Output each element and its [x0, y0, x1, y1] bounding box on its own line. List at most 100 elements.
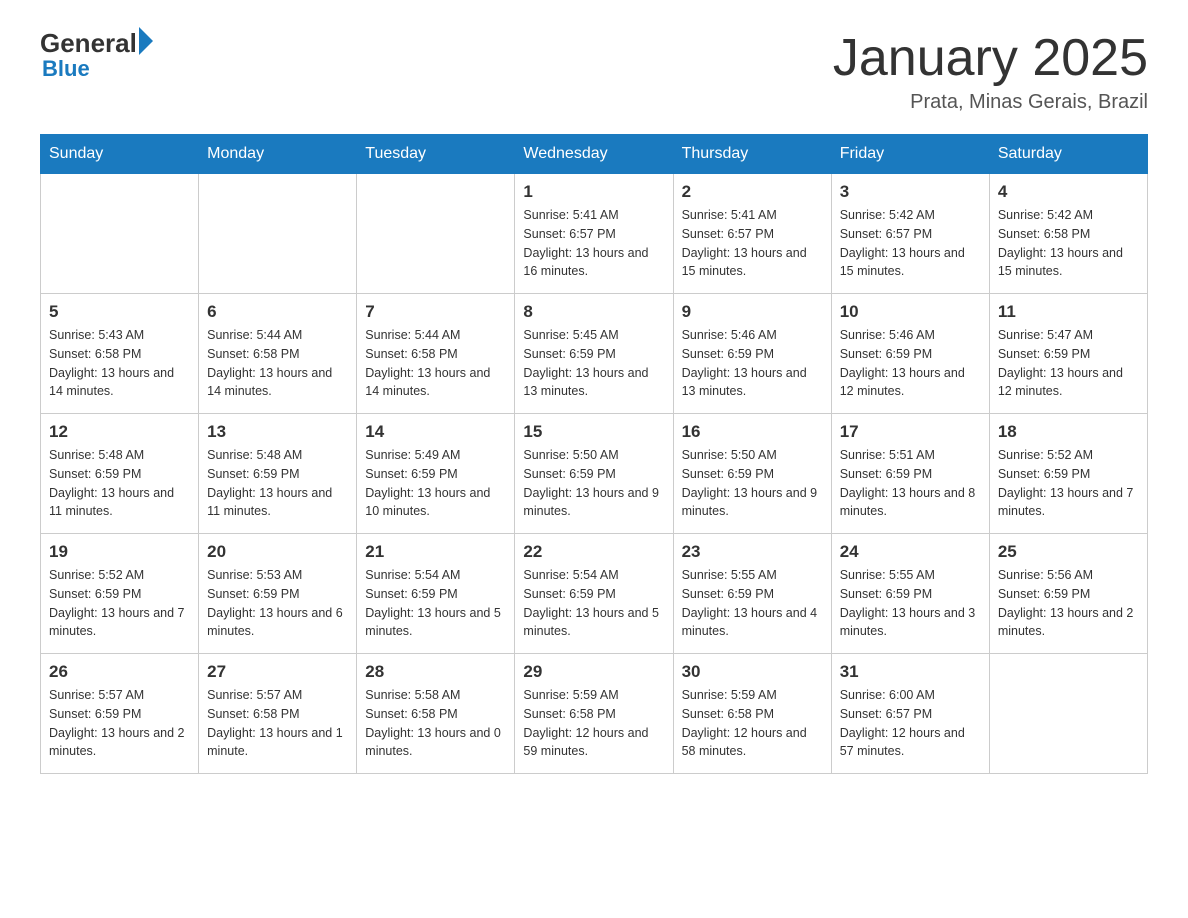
- logo-text-blue: Blue: [42, 56, 153, 82]
- day-number: 1: [523, 182, 664, 202]
- day-number: 22: [523, 542, 664, 562]
- day-header-friday: Friday: [831, 135, 989, 174]
- calendar-cell: 28Sunrise: 5:58 AMSunset: 6:58 PMDayligh…: [357, 654, 515, 774]
- calendar-cell: 11 Sunrise: 5:47 AMSunset: 6:59 PMDayligh…: [989, 294, 1147, 414]
- calendar-cell: [357, 174, 515, 294]
- calendar-cell: 27Sunrise: 5:57 AMSunset: 6:58 PMDayligh…: [199, 654, 357, 774]
- day-header-wednesday: Wednesday: [515, 135, 673, 174]
- day-number: 31: [840, 662, 981, 682]
- day-number: 10: [840, 302, 981, 322]
- day-number: 19: [49, 542, 190, 562]
- calendar-cell: 5 Sunrise: 5:43 AMSunset: 6:58 PMDaylight…: [41, 294, 199, 414]
- day-number: 2: [682, 182, 823, 202]
- calendar-cell: 25 Sunrise: 5:56 AMSunset: 6:59 PMDayligh…: [989, 534, 1147, 654]
- calendar-cell: [199, 174, 357, 294]
- week-row-0: 1 Sunrise: 5:41 AMSunset: 6:57 PMDaylight…: [41, 174, 1148, 294]
- logo-text-general: General: [40, 30, 137, 56]
- day-number: 5: [49, 302, 190, 322]
- calendar-cell: 14 Sunrise: 5:49 AMSunset: 6:59 PMDayligh…: [357, 414, 515, 534]
- day-header-saturday: Saturday: [989, 135, 1147, 174]
- day-number: 4: [998, 182, 1139, 202]
- calendar-cell: 12 Sunrise: 5:48 AMSunset: 6:59 PMDayligh…: [41, 414, 199, 534]
- day-info: Sunrise: 5:55 AMSunset: 6:59 PMDaylight:…: [682, 566, 823, 641]
- calendar-cell: 23Sunrise: 5:55 AMSunset: 6:59 PMDayligh…: [673, 534, 831, 654]
- day-number: 12: [49, 422, 190, 442]
- day-info: Sunrise: 5:51 AMSunset: 6:59 PMDaylight:…: [840, 446, 981, 521]
- calendar-cell: 4 Sunrise: 5:42 AMSunset: 6:58 PMDaylight…: [989, 174, 1147, 294]
- calendar-cell: 8 Sunrise: 5:45 AMSunset: 6:59 PMDaylight…: [515, 294, 673, 414]
- day-number: 26: [49, 662, 190, 682]
- day-info: Sunrise: 5:48 AMSunset: 6:59 PMDaylight:…: [207, 446, 348, 521]
- day-number: 25: [998, 542, 1139, 562]
- calendar-subtitle: Prata, Minas Gerais, Brazil: [833, 91, 1148, 114]
- page-header: General Blue January 2025 Prata, Minas G…: [40, 30, 1148, 114]
- calendar-title-block: January 2025 Prata, Minas Gerais, Brazil: [833, 30, 1148, 114]
- day-number: 24: [840, 542, 981, 562]
- day-info: Sunrise: 5:41 AMSunset: 6:57 PMDaylight:…: [523, 206, 664, 281]
- week-row-4: 26 Sunrise: 5:57 AMSunset: 6:59 PMDayligh…: [41, 654, 1148, 774]
- day-number: 16: [682, 422, 823, 442]
- day-info: Sunrise: 5:57 AMSunset: 6:59 PMDaylight:…: [49, 686, 190, 761]
- day-info: Sunrise: 5:44 AMSunset: 6:58 PMDaylight:…: [365, 326, 506, 401]
- calendar-cell: 26 Sunrise: 5:57 AMSunset: 6:59 PMDayligh…: [41, 654, 199, 774]
- calendar-cell: 20Sunrise: 5:53 AMSunset: 6:59 PMDayligh…: [199, 534, 357, 654]
- day-info: Sunrise: 5:46 AMSunset: 6:59 PMDaylight:…: [840, 326, 981, 401]
- day-info: Sunrise: 5:55 AMSunset: 6:59 PMDaylight:…: [840, 566, 981, 641]
- calendar-cell: 13 Sunrise: 5:48 AMSunset: 6:59 PMDayligh…: [199, 414, 357, 534]
- day-info: Sunrise: 5:41 AMSunset: 6:57 PMDaylight:…: [682, 206, 823, 281]
- week-row-3: 19 Sunrise: 5:52 AMSunset: 6:59 PMDayligh…: [41, 534, 1148, 654]
- day-info: Sunrise: 5:44 AMSunset: 6:58 PMDaylight:…: [207, 326, 348, 401]
- day-number: 18: [998, 422, 1139, 442]
- day-info: Sunrise: 5:57 AMSunset: 6:58 PMDaylight:…: [207, 686, 348, 761]
- calendar-cell: 29Sunrise: 5:59 AMSunset: 6:58 PMDayligh…: [515, 654, 673, 774]
- day-info: Sunrise: 5:42 AMSunset: 6:57 PMDaylight:…: [840, 206, 981, 281]
- day-info: Sunrise: 5:47 AMSunset: 6:59 PMDaylight:…: [998, 326, 1139, 401]
- day-number: 15: [523, 422, 664, 442]
- calendar-cell: 19 Sunrise: 5:52 AMSunset: 6:59 PMDayligh…: [41, 534, 199, 654]
- day-header-tuesday: Tuesday: [357, 135, 515, 174]
- day-number: 13: [207, 422, 348, 442]
- day-number: 14: [365, 422, 506, 442]
- calendar-cell: 24 Sunrise: 5:55 AMSunset: 6:59 PMDayligh…: [831, 534, 989, 654]
- calendar-title: January 2025: [833, 30, 1148, 87]
- day-number: 11: [998, 302, 1139, 322]
- day-number: 9: [682, 302, 823, 322]
- day-number: 29: [523, 662, 664, 682]
- day-header-thursday: Thursday: [673, 135, 831, 174]
- day-info: Sunrise: 5:50 AMSunset: 6:59 PMDaylight:…: [523, 446, 664, 521]
- day-number: 17: [840, 422, 981, 442]
- day-info: Sunrise: 5:49 AMSunset: 6:59 PMDaylight:…: [365, 446, 506, 521]
- calendar-cell: [41, 174, 199, 294]
- day-header-monday: Monday: [199, 135, 357, 174]
- calendar-cell: 17 Sunrise: 5:51 AMSunset: 6:59 PMDayligh…: [831, 414, 989, 534]
- day-info: Sunrise: 5:45 AMSunset: 6:59 PMDaylight:…: [523, 326, 664, 401]
- calendar-cell: [989, 654, 1147, 774]
- day-number: 21: [365, 542, 506, 562]
- calendar-cell: 9 Sunrise: 5:46 AMSunset: 6:59 PMDaylight…: [673, 294, 831, 414]
- logo: General Blue: [40, 30, 153, 82]
- calendar-cell: 30Sunrise: 5:59 AMSunset: 6:58 PMDayligh…: [673, 654, 831, 774]
- logo-arrow-icon: [139, 27, 153, 55]
- day-info: Sunrise: 5:48 AMSunset: 6:59 PMDaylight:…: [49, 446, 190, 521]
- day-header-sunday: Sunday: [41, 135, 199, 174]
- calendar-body: 1 Sunrise: 5:41 AMSunset: 6:57 PMDaylight…: [41, 174, 1148, 774]
- calendar-cell: 2 Sunrise: 5:41 AMSunset: 6:57 PMDaylight…: [673, 174, 831, 294]
- day-number: 6: [207, 302, 348, 322]
- day-number: 28: [365, 662, 506, 682]
- day-info: Sunrise: 5:43 AMSunset: 6:58 PMDaylight:…: [49, 326, 190, 401]
- day-number: 8: [523, 302, 664, 322]
- day-info: Sunrise: 5:46 AMSunset: 6:59 PMDaylight:…: [682, 326, 823, 401]
- calendar-cell: 16 Sunrise: 5:50 AMSunset: 6:59 PMDayligh…: [673, 414, 831, 534]
- day-info: Sunrise: 6:00 AMSunset: 6:57 PMDaylight:…: [840, 686, 981, 761]
- day-info: Sunrise: 5:42 AMSunset: 6:58 PMDaylight:…: [998, 206, 1139, 281]
- day-info: Sunrise: 5:53 AMSunset: 6:59 PMDaylight:…: [207, 566, 348, 641]
- calendar-cell: 10 Sunrise: 5:46 AMSunset: 6:59 PMDayligh…: [831, 294, 989, 414]
- day-info: Sunrise: 5:52 AMSunset: 6:59 PMDaylight:…: [49, 566, 190, 641]
- day-info: Sunrise: 5:50 AMSunset: 6:59 PMDaylight:…: [682, 446, 823, 521]
- calendar-cell: 3Sunrise: 5:42 AMSunset: 6:57 PMDaylight…: [831, 174, 989, 294]
- day-info: Sunrise: 5:56 AMSunset: 6:59 PMDaylight:…: [998, 566, 1139, 641]
- day-number: 30: [682, 662, 823, 682]
- week-row-2: 12 Sunrise: 5:48 AMSunset: 6:59 PMDayligh…: [41, 414, 1148, 534]
- calendar-cell: 7 Sunrise: 5:44 AMSunset: 6:58 PMDaylight…: [357, 294, 515, 414]
- day-number: 7: [365, 302, 506, 322]
